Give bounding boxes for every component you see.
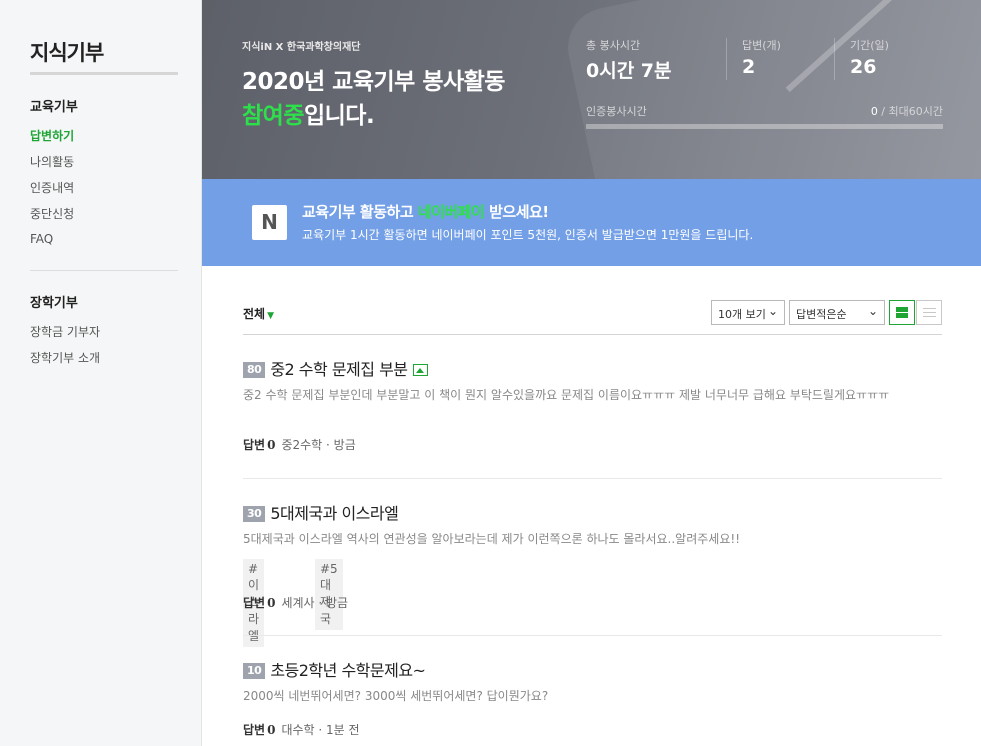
chevron-down-icon: ⌄ [867,304,878,318]
points-badge: 30 [243,506,266,522]
banner-title: 교육기부 활동하고 네이버페이 받으세요! [302,201,549,222]
cert-hours-max: / 최대60시간 [877,105,943,118]
stat-separator [726,38,727,80]
stat-answers-label: 답변(개) [742,39,781,52]
banner-title-post: 받으세요! [484,203,549,221]
cert-hours-current: 0 [870,105,878,118]
hero-headline: 2020년 교육기부 봉사활동 [242,69,505,95]
chevron-down-icon: ⌄ [767,304,778,318]
sidebar-item-certification[interactable]: 인증내역 [30,179,74,196]
sidebar-item-scholarship-donors[interactable]: 장학금 기부자 [30,323,100,340]
sort-value: 답변적은순 [796,308,847,321]
question-body: 중2 수학 문제집 부분인데 부분말고 이 책이 뭔지 알수있을까요 문제집 이… [243,388,890,402]
sidebar-section-scholarship: 장학기부 [30,296,78,311]
answer-count: 0 [267,723,276,737]
image-attached-icon [412,364,428,376]
sidebar-title-rule [30,72,178,75]
stat-days-label: 기간(일) [850,39,889,52]
banner-title-pre: 교육기부 활동하고 [302,203,418,221]
list-view-icon-line [923,316,936,317]
question-title[interactable]: 80 중2 수학 문제집 부분 [243,356,428,380]
question-title-text: 초등2학년 수학문제요~ [270,661,426,680]
hero-headline-status: 참여중입니다. [242,96,375,130]
answer-label: 답변 [243,596,266,610]
sort-select[interactable]: 답변적은순 ⌄ [789,300,885,325]
card-view-icon-bottom [896,313,908,318]
sidebar-item-answer[interactable]: 답변하기 [30,127,74,144]
card-view-icon [896,307,908,312]
points-badge: 80 [243,362,266,378]
naver-n-icon: N [252,205,287,240]
cert-hours-value: 0 / 최대60시간 [871,103,943,119]
stat-days-value: 26 [850,56,877,78]
category-filter[interactable]: 전체 ▼ [243,305,274,322]
list-toolbar: 전체 ▼ 10개 보기 ⌄ 답변적은순 ⌄ [243,298,942,335]
naverpay-banner[interactable]: N 교육기부 활동하고 네이버페이 받으세요! 교육기부 1시간 활동하면 네이… [202,179,981,266]
question-meta: 답변 0 세계사 · 방금 [243,594,348,611]
cert-progress-bar [586,124,943,129]
caret-down-icon: ▼ [267,311,275,321]
sidebar-title[interactable]: 지식기부 [30,37,104,67]
answer-label: 답변 [243,438,266,452]
sidebar-item-my-activity[interactable]: 나의활동 [30,153,74,170]
category-filter-label: 전체 [243,307,266,321]
hero-decoration [560,0,981,179]
question-divider [243,478,942,479]
question-meta: 답변 0 대수학 · 1분 전 [243,721,360,738]
sidebar-divider [30,270,178,271]
list-view-button[interactable] [916,300,942,325]
list-view-icon [923,308,936,309]
question-meta: 답변 0 중2수학 · 방금 [243,436,356,453]
question-title-text: 5대제국과 이스라엘 [270,504,399,523]
stat-separator [834,38,835,80]
question-title[interactable]: 10 초등2학년 수학문제요~ [243,657,426,681]
question-category-time: 대수학 · 1분 전 [281,723,360,737]
hero-status-highlight: 참여중 [242,103,304,129]
stat-answers-value: 2 [742,56,756,78]
hero-kicker: 지식iN X 한국과학창의재단 [242,42,361,53]
hero-status-rest: 입니다. [303,103,375,129]
answer-label: 답변 [243,723,266,737]
sidebar-item-faq[interactable]: FAQ [30,232,53,246]
answer-count: 0 [267,438,276,452]
sidebar-section-education: 교육기부 [30,100,78,115]
banner-title-highlight: 네이버페이 [417,203,485,221]
answer-count: 0 [267,596,276,610]
question-category-time: 중2수학 · 방금 [281,438,356,452]
sidebar: 지식기부 교육기부 답변하기 나의활동 인증내역 중단신청 FAQ 장학기부 장… [0,0,202,746]
card-view-button[interactable] [889,300,915,325]
sidebar-item-scholarship-intro[interactable]: 장학기부 소개 [30,349,100,366]
points-badge: 10 [243,663,266,679]
question-body: 2000씩 네번뛰어세면? 3000씩 세번뛰어세면? 답이뭔가요? [243,689,549,703]
question-divider [243,635,942,636]
page-size-value: 10개 보기 [718,308,766,321]
question-body: 5대제국과 이스라엘 역사의 연관성을 알아보라는데 제가 이런쪽으론 하나도 … [243,532,741,546]
page-size-select[interactable]: 10개 보기 ⌄ [711,300,785,325]
question-title[interactable]: 30 5대제국과 이스라엘 [243,500,399,524]
sidebar-item-stop-request[interactable]: 중단신청 [30,205,74,222]
stat-total-time-value: 0시간 7분 [586,60,672,82]
cert-hours-label: 인증봉사시간 [586,105,647,118]
stat-total-time-label: 총 봉사시간 [586,39,641,52]
banner-subtitle: 교육기부 1시간 활동하면 네이버페이 포인트 5천원, 인증서 발급받으면 1… [302,228,754,242]
question-category-time: 세계사 · 방금 [281,596,349,610]
hero-header: 지식iN X 한국과학창의재단 2020년 교육기부 봉사활동 참여중입니다. … [202,0,981,179]
list-view-icon-line [923,312,936,313]
question-title-text: 중2 수학 문제집 부분 [270,360,408,379]
